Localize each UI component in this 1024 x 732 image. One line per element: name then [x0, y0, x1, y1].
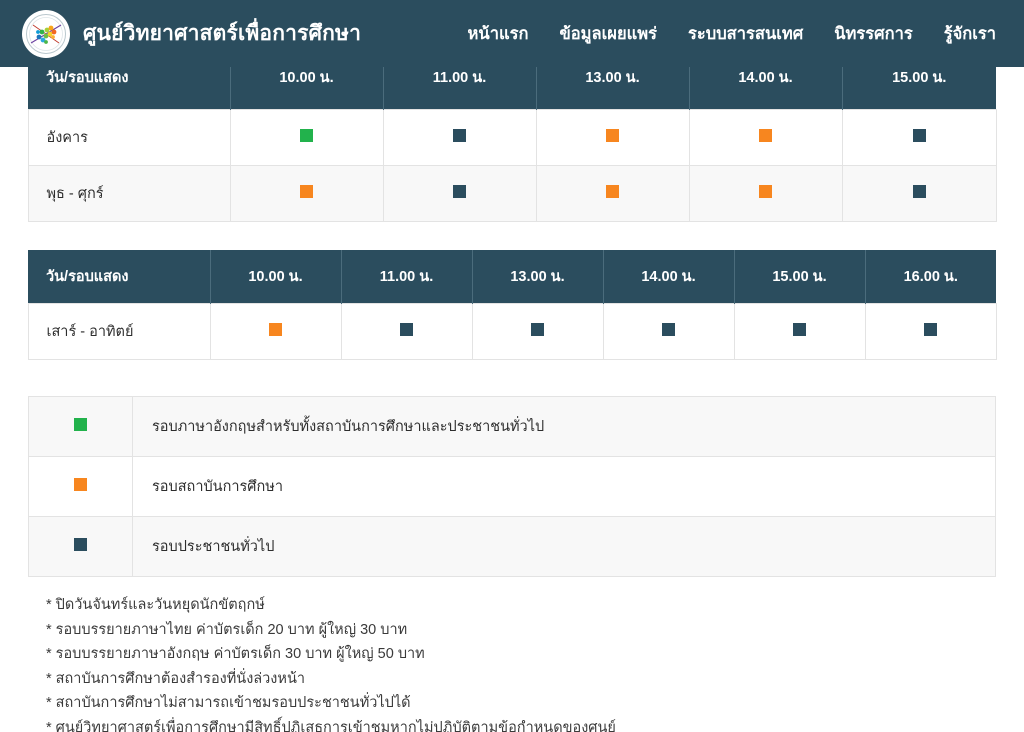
table-row: อังคาร: [27, 109, 997, 166]
marker-navy-icon: [74, 538, 87, 551]
weekend-schedule-table: วัน/รอบแสดง 10.00 น. 11.00 น. 13.00 น. 1…: [27, 250, 997, 360]
site-title: ศูนย์วิทยาศาสตร์เพื่อการศึกษา: [83, 22, 362, 45]
schedule-cell: [688, 109, 843, 166]
schedule-cell: [209, 303, 342, 360]
nav-information-system[interactable]: ระบบสารสนเทศ: [688, 21, 803, 47]
marker-navy-icon: [400, 323, 413, 336]
weekend-table-head: วัน/รอบแสดง 10.00 น. 11.00 น. 13.00 น. 1…: [28, 250, 996, 304]
legend-label: รอบสถาบันการศึกษา: [132, 456, 996, 517]
table-row: พุธ - ศุกร์: [27, 165, 997, 222]
schedule-cell: [841, 165, 997, 222]
footnote-line: * รอบบรรยายภาษาอังกฤษ ค่าบัตรเด็ก 30 บาท…: [46, 646, 425, 662]
footnote-line: * ปิดวันจันทร์และวันหยุดนักขัตฤกษ์: [46, 597, 265, 613]
schedule-cell: [229, 109, 384, 166]
nav-home[interactable]: หน้าแรก: [468, 21, 529, 47]
marker-navy-icon: [793, 323, 806, 336]
schedule-cell: [340, 303, 473, 360]
col-header-1300: 13.00 น.: [471, 250, 604, 304]
weekday-table-body: อังคาร พุธ - ศุกร์: [27, 109, 997, 222]
schedule-cell: [471, 303, 604, 360]
marker-navy-icon: [453, 185, 466, 198]
footnote-line: * ศูนย์วิทยาศาสตร์เพื่อการศึกษามีสิทธิ์ป…: [46, 719, 616, 732]
legend-row: รอบสถาบันการศึกษา: [28, 456, 996, 517]
legend-label: รอบภาษาอังกฤษสำหรับทั้งสถาบันการศึกษาและ…: [132, 396, 996, 457]
marker-green-icon: [74, 418, 87, 431]
schedule-cell: [602, 303, 735, 360]
nav-exhibition[interactable]: นิทรรศการ: [834, 21, 912, 47]
schedule-cell: [864, 303, 997, 360]
legend-swatch-cell: [28, 456, 133, 517]
nav-publications[interactable]: ข้อมูลเผยแพร่: [559, 21, 657, 47]
col-header-1100: 11.00 น.: [340, 250, 473, 304]
site-header: ศูนย์วิทยาศาสตร์เพื่อการศึกษา หน้าแรก ข้…: [0, 0, 1024, 67]
weekday-schedule-table: วัน/รอบแสดง 10.00 น. 11.00 น. 13.00 น. 1…: [27, 57, 997, 222]
marker-orange-icon: [300, 185, 313, 198]
row-day-label: พุธ - ศุกร์: [27, 165, 231, 222]
schedule-cell: [688, 165, 843, 222]
schedule-cell: [535, 165, 690, 222]
schedule-cell: [733, 303, 866, 360]
col-header-day: วัน/รอบแสดง: [28, 250, 211, 304]
footnotes: * ปิดวันจันทร์และวันหยุดนักขัตฤกษ์ * รอบ…: [28, 593, 996, 732]
marker-orange-icon: [74, 478, 87, 491]
marker-navy-icon: [924, 323, 937, 336]
page-content: วัน/รอบแสดง 10.00 น. 11.00 น. 13.00 น. 1…: [0, 57, 1024, 732]
marker-orange-icon: [606, 129, 619, 142]
schedule-cell: [535, 109, 690, 166]
schedule-cell: [841, 109, 997, 166]
legend-row: รอบภาษาอังกฤษสำหรับทั้งสถาบันการศึกษาและ…: [28, 396, 996, 457]
weekend-table-body: เสาร์ - อาทิตย์: [27, 303, 997, 360]
brand[interactable]: ศูนย์วิทยาศาสตร์เพื่อการศึกษา: [22, 9, 362, 58]
marker-navy-icon: [912, 129, 926, 142]
nav-about-us[interactable]: รู้จักเรา: [944, 21, 996, 47]
marker-navy-icon: [912, 185, 926, 198]
marker-navy-icon: [453, 129, 466, 142]
marker-green-icon: [300, 129, 313, 142]
legend-swatch-cell: [28, 516, 133, 577]
science-center-emblem-icon: [22, 9, 70, 58]
table-row: เสาร์ - อาทิตย์: [27, 303, 997, 360]
footnote-line: * สถาบันการศึกษาไม่สามารถเข้าชมรอบประชาช…: [46, 695, 411, 711]
footnote-line: * รอบบรรยายภาษาไทย ค่าบัตรเด็ก 20 บาท ผู…: [46, 621, 408, 638]
marker-navy-icon: [531, 323, 544, 336]
schedule-cell: [382, 109, 537, 166]
table-header-row: วัน/รอบแสดง 10.00 น. 11.00 น. 13.00 น. 1…: [28, 250, 996, 304]
legend-row: รอบประชาชนทั่วไป: [28, 516, 996, 577]
legend-swatch-cell: [28, 396, 133, 457]
marker-navy-icon: [662, 323, 675, 336]
col-header-1600: 16.00 น.: [864, 250, 996, 304]
marker-orange-icon: [606, 185, 619, 198]
row-day-label: อังคาร: [27, 109, 231, 166]
main-navigation: หน้าแรก ข้อมูลเผยแพร่ ระบบสารสนเทศ นิทรร…: [468, 21, 996, 47]
col-header-1500: 15.00 น.: [733, 250, 866, 304]
schedule-cell: [229, 165, 384, 222]
marker-orange-icon: [269, 323, 282, 336]
marker-orange-icon: [759, 185, 772, 198]
legend-table: รอบภาษาอังกฤษสำหรับทั้งสถาบันการศึกษาและ…: [28, 396, 996, 577]
col-header-1400: 14.00 น.: [602, 250, 735, 304]
col-header-1000: 10.00 น.: [209, 250, 342, 304]
schedule-cell: [382, 165, 537, 222]
row-day-label: เสาร์ - อาทิตย์: [27, 303, 211, 360]
footnote-line: * สถาบันการศึกษาต้องสำรองที่นั่งล่วงหน้า: [46, 670, 305, 687]
marker-orange-icon: [759, 129, 772, 142]
legend-label: รอบประชาชนทั่วไป: [132, 516, 996, 577]
